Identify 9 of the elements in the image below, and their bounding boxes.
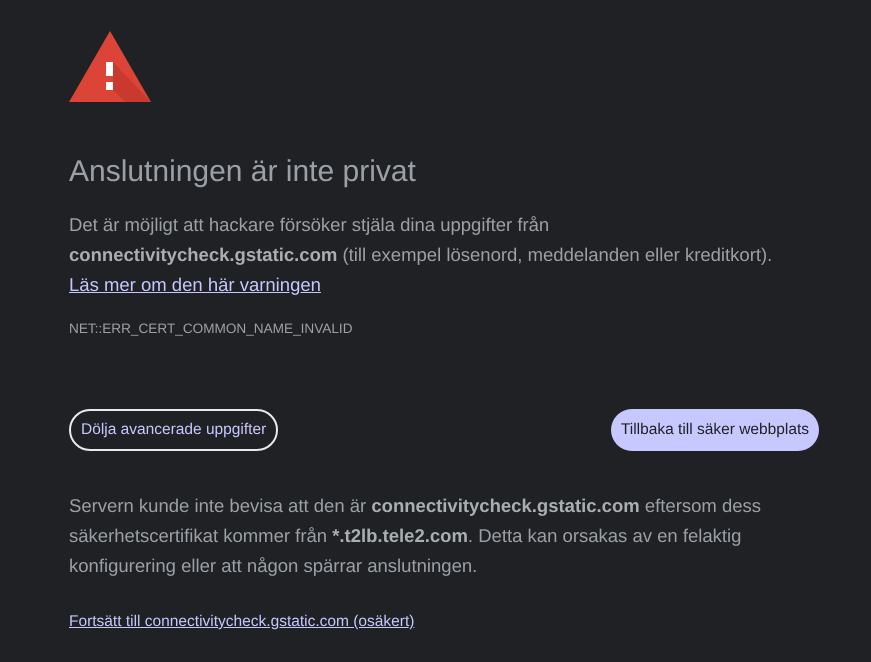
hide-details-button[interactable]: Dölja avancerade uppgifter [69,409,278,451]
learn-more-link[interactable]: Läs mer om den här varningen [69,274,321,295]
proceed-unsafe-link[interactable]: Fortsätt till connectivitycheck.gstatic.com (osäkert) [69,612,414,632]
warning-message: Det är möjligt att hackare försöker stjäla dina uppgifter från connectivitycheck.gstatic.com (till exempel lösenord, meddelanden eller kreditkort). Läs mer om den här varningen [69,213,774,297]
details-message: Servern kunde inte bevisa att den är connectivitycheck.gstatic.com eftersom dess säkerhetscertifikat kommer från *.t2lb.tele2.com. Detta kan orsakas av en felaktig konfigurering eller att någon spärrar anslutningen. [69,494,762,578]
back-to-safety-button[interactable]: Tillbaka till säker webbplats [610,409,819,451]
error-code: NET::ERR_CERT_COMMON_NAME_INVALID [69,320,353,338]
page-heading: Anslutningen är inte privat [69,155,417,189]
warning-triangle-icon [69,31,151,102]
